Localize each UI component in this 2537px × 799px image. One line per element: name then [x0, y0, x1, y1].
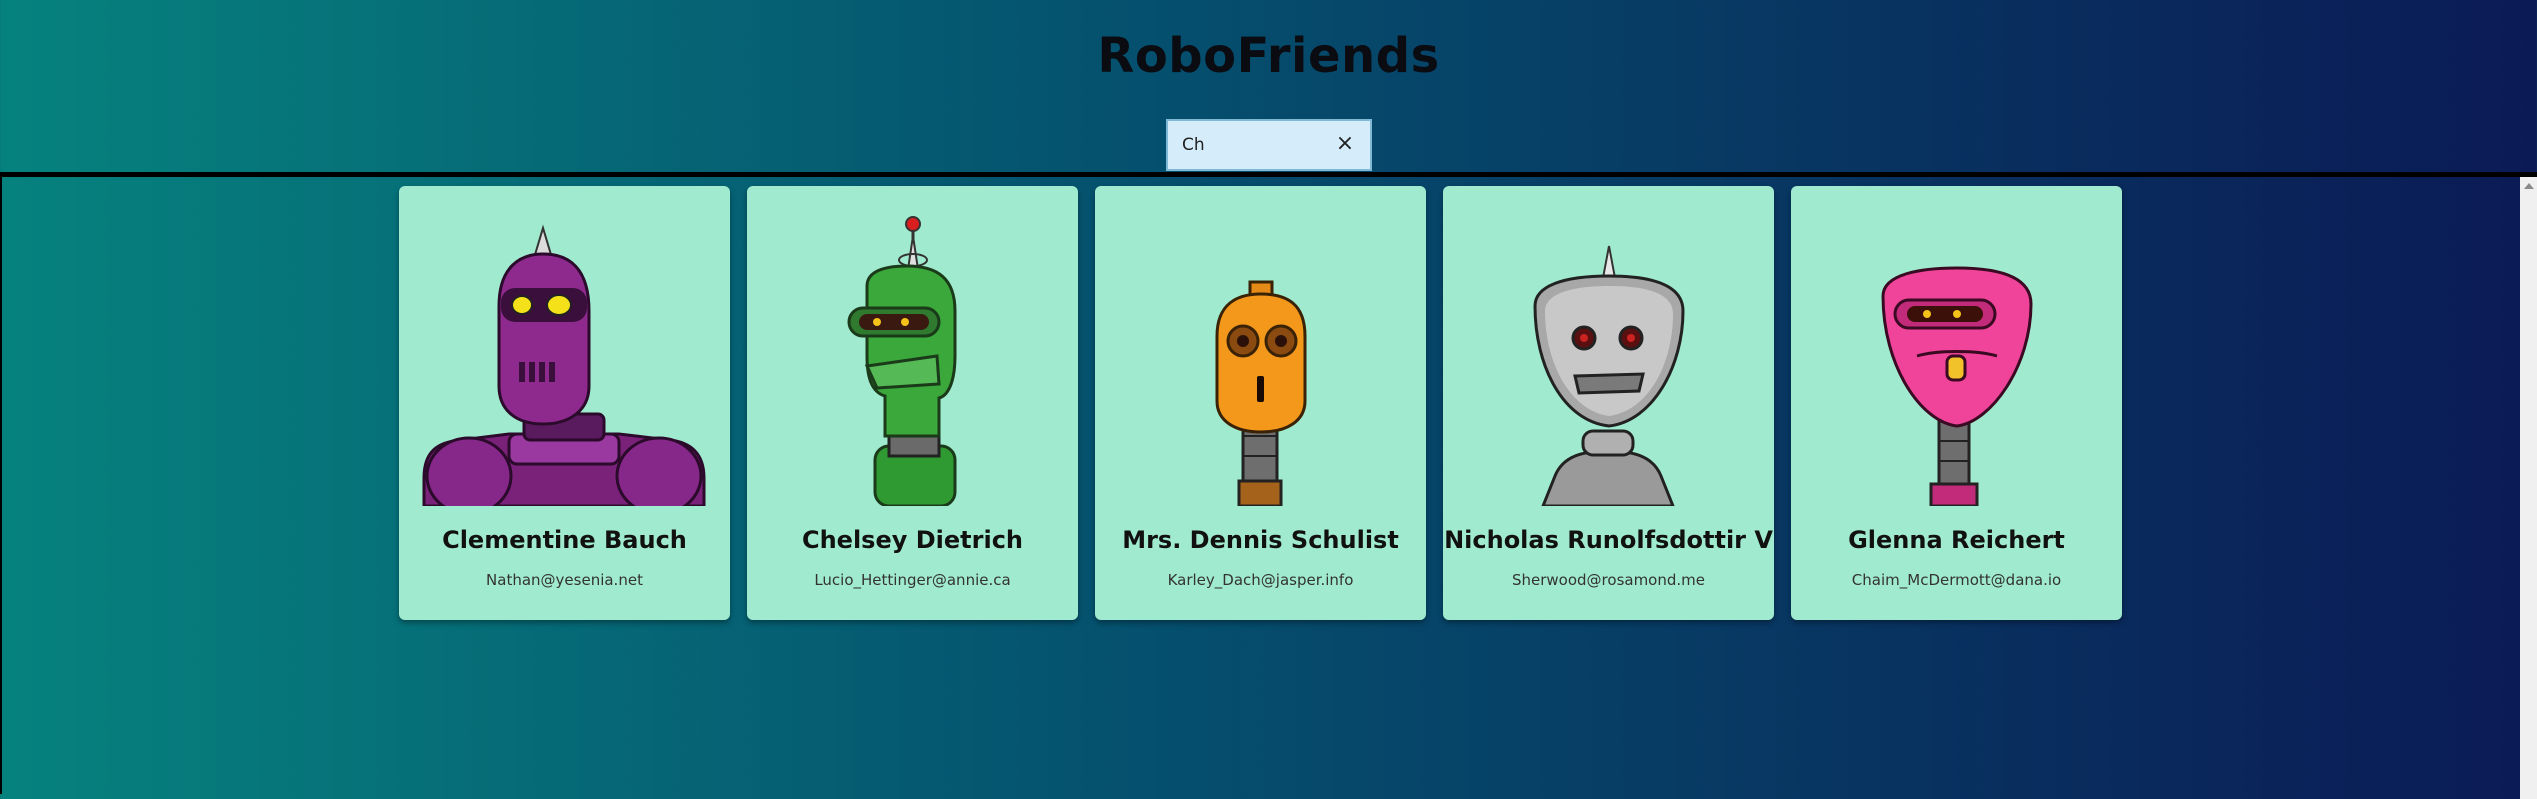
search-input[interactable]: [1182, 121, 1332, 169]
page-title: RoboFriends: [1097, 28, 1440, 84]
robot-name: Glenna Reichert: [1848, 526, 2065, 554]
robot-avatar-orange: [1215, 280, 1307, 506]
robot-name: Clementine Bauch: [442, 526, 687, 554]
robot-avatar-gray: [1533, 245, 1685, 506]
robot-email: Karley_Dach@jasper.info: [1167, 571, 1354, 589]
vertical-scrollbar[interactable]: [2520, 177, 2537, 799]
robot-card[interactable]: Glenna Reichert Chaim_McDermott@dana.io: [1791, 186, 2122, 620]
robot-avatar-green: [847, 216, 957, 506]
robot-name: Nicholas Runolfsdottir V: [1444, 526, 1773, 554]
robot-avatar-pink: [1881, 266, 2033, 506]
scroll-up-arrow-icon[interactable]: [2524, 183, 2534, 189]
robot-avatar-purple: [422, 224, 706, 506]
close-icon[interactable]: ×: [1334, 133, 1356, 155]
robot-name: Mrs. Dennis Schulist: [1122, 526, 1399, 554]
robot-card[interactable]: Nicholas Runolfsdottir V Sherwood@rosamo…: [1443, 186, 1774, 620]
robot-card[interactable]: Mrs. Dennis Schulist Karley_Dach@jasper.…: [1095, 186, 1426, 620]
robot-email: Chaim_McDermott@dana.io: [1851, 571, 2062, 589]
robot-email: Lucio_Hettinger@annie.ca: [814, 571, 1011, 589]
robot-name: Chelsey Dietrich: [801, 526, 1024, 554]
search-box[interactable]: ×: [1166, 119, 1372, 171]
robot-card[interactable]: Clementine Bauch Nathan@yesenia.net: [399, 186, 730, 620]
robot-email: Nathan@yesenia.net: [486, 571, 643, 589]
app-header: RoboFriends ×: [0, 0, 2537, 172]
robot-card[interactable]: Chelsey Dietrich Lucio_Hettinger@annie.c…: [747, 186, 1078, 620]
robot-email: Sherwood@rosamond.me: [1511, 571, 1705, 589]
